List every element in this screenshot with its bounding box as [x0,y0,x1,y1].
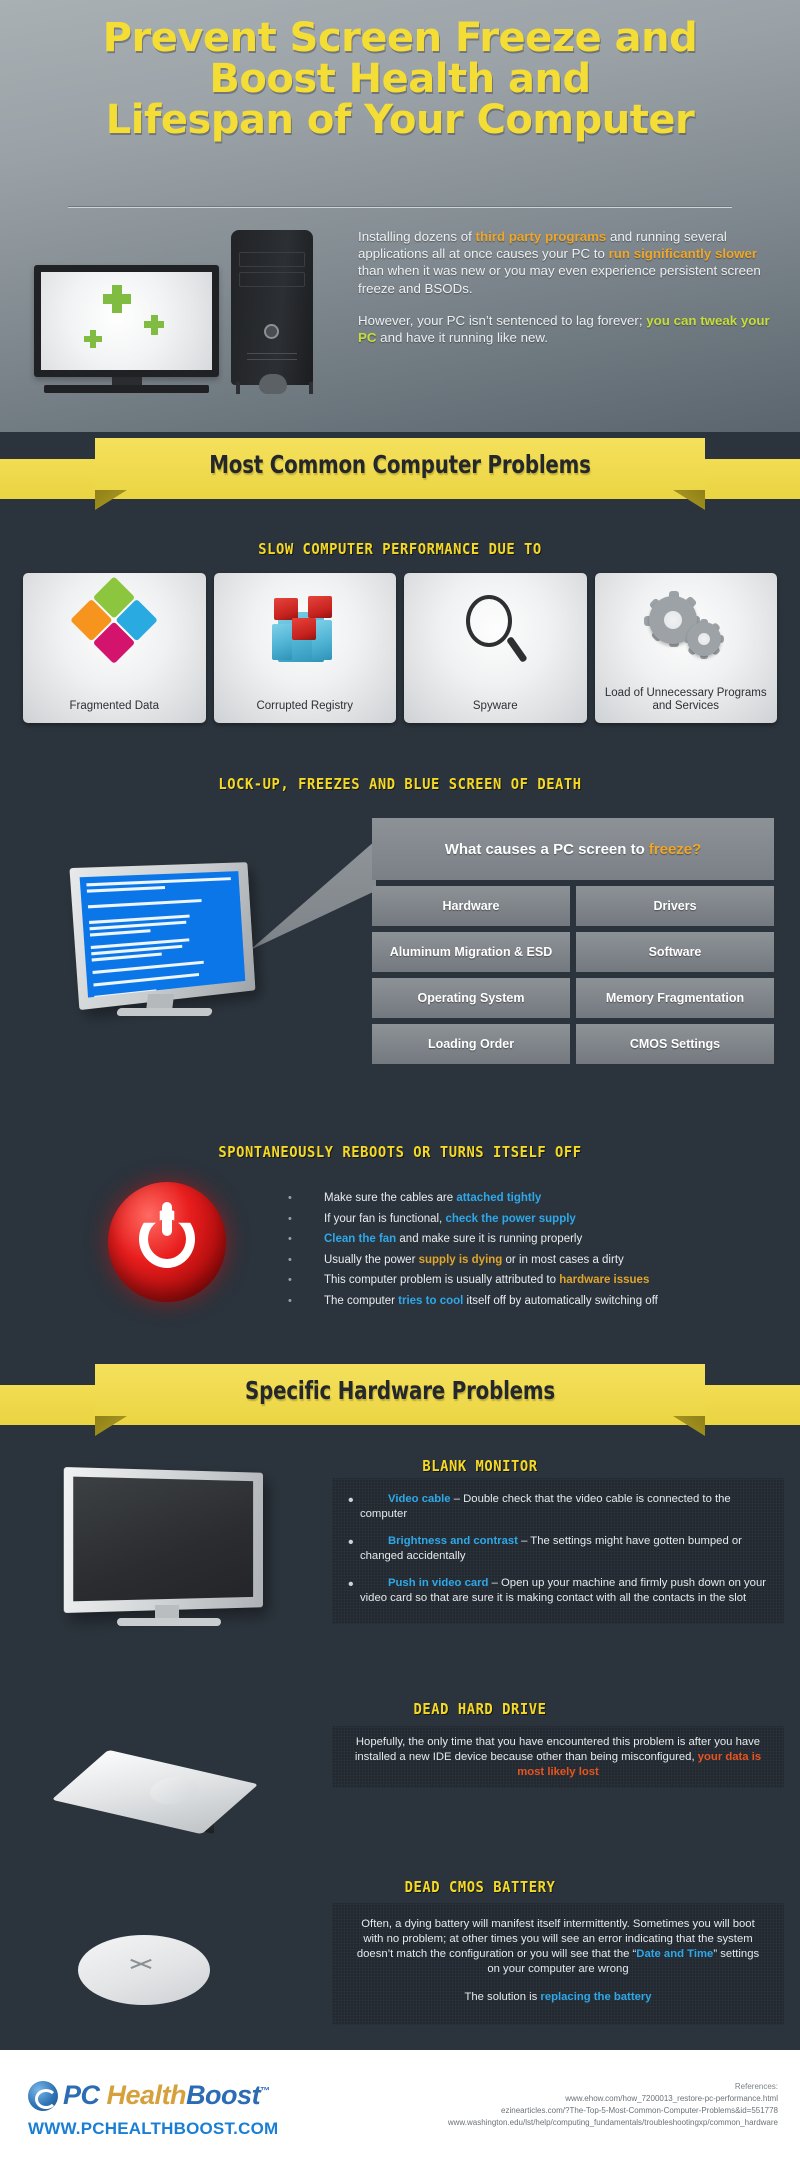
problem-card-label: Fragmented Data [27,700,202,713]
intro-copy: Installing dozens of third party program… [358,228,776,346]
cmos-text-box: Often, a dying battery will manifest its… [332,1903,784,2025]
brand-name: PC HealthBoost™ [63,2080,270,2111]
list-item: Clean the fan and make sure it is runnin… [288,1229,788,1250]
puzzle-icon [23,587,206,673]
heading-dead-hard-drive: DEAD HARD DRIVE [195,1700,765,1718]
references-block: References: www.ehow.com/how_7200013_res… [378,2080,778,2128]
heading-spontaneous-reboots: SPONTANEOUSLY REBOOTS OR TURNS ITSELF OF… [32,1143,768,1161]
problem-card: Spyware [404,573,587,723]
list-item: The computer tries to cool itself off by… [288,1291,788,1312]
freeze-cause-cell: Memory Fragmentation [576,978,774,1018]
list-item: This computer problem is usually attribu… [288,1270,788,1291]
title-line-2: Boost Health and [0,59,800,100]
desktop-computer-illustration [26,222,326,402]
banner-label: Most Common Computer Problems [132,438,669,490]
list-item: Make sure the cables are attached tightl… [288,1188,788,1209]
reference-item: ezinearticles.com/?The-Top-5-Most-Common… [378,2104,778,2116]
hero-section: Prevent Screen Freeze and Boost Health a… [0,0,800,432]
hard-drive-text-box: Hopefully, the only time that you have e… [332,1726,784,1788]
plus-icon [103,294,131,304]
title-line-3: Lifespan of Your Computer [0,100,800,141]
problem-card-list: Fragmented Data Corrupted Registry Spywa… [23,573,777,723]
page-title: Prevent Screen Freeze and Boost Health a… [0,18,800,140]
monitor-icon [34,265,219,377]
freeze-question: What causes a PC screen to freeze? [372,818,774,880]
problem-card: Fragmented Data [23,573,206,723]
problem-card-label: Load of Unnecessary Programs and Service… [599,687,774,713]
title-divider [68,206,732,208]
freeze-cause-cell: Software [576,932,774,972]
intro-paragraph-1: Installing dozens of third party program… [358,228,776,297]
footer: PC HealthBoost™ WWW.PCHEALTHBOOST.COM Re… [0,2050,800,2173]
reboot-bullet-list: Make sure the cables are attached tightl… [288,1188,788,1311]
infographic-page: Prevent Screen Freeze and Boost Health a… [0,0,800,2173]
blank-monitor-illustration [55,1470,290,1630]
banner-most-common-problems: Most Common Computer Problems [0,432,800,504]
mouse-icon [259,374,287,394]
problem-card-label: Spyware [408,700,583,713]
freeze-cause-cell: Aluminum Migration & ESD [372,932,570,972]
brand-url[interactable]: WWW.PCHEALTHBOOST.COM [28,2119,278,2139]
pc-tower-icon [231,230,313,385]
cmos-solution: The solution is replacing the battery [350,1990,766,2005]
blank-monitor-text-box: Video cable – Double check that the vide… [332,1478,784,1624]
reference-item: www.washington.edu/lst/help/computing_fu… [378,2116,778,2128]
problem-card: Corrupted Registry [214,573,397,723]
list-item: Brightness and contrast – The settings m… [348,1534,768,1564]
heading-slow-performance: SLOW COMPUTER PERFORMANCE DUE TO [32,540,768,558]
monitor-base [44,385,209,393]
heading-dead-cmos-battery: DEAD CMOS BATTERY [195,1878,765,1896]
list-item: Push in video card – Open up your machin… [348,1576,768,1606]
hard-drive-illustration [62,1735,252,1855]
hard-drive-body: Hopefully, the only time that you have e… [352,1735,764,1780]
power-button-icon [108,1182,226,1302]
brand-logo[interactable]: PC HealthBoost™ WWW.PCHEALTHBOOST.COM [28,2080,278,2139]
plus-icon [84,336,102,342]
intro-paragraph-2: However, your PC isn’t sentenced to lag … [358,312,776,346]
heading-lockup-freezes: LOCK-UP, FREEZES AND BLUE SCREEN OF DEAT… [32,775,768,793]
logo-orb-icon [28,2081,58,2111]
freeze-cause-cell: Drivers [576,886,774,926]
tower-power-button-icon [264,324,279,339]
title-line-1: Prevent Screen Freeze and [0,18,800,59]
problem-card: Load of Unnecessary Programs and Service… [595,573,778,723]
list-item: Video cable – Double check that the vide… [348,1492,768,1522]
plus-icon [144,321,164,328]
magnifier-icon [404,587,587,673]
freeze-cause-cell: Loading Order [372,1024,570,1064]
cmos-body: Often, a dying battery will manifest its… [350,1917,766,1977]
freeze-cause-cell: Operating System [372,978,570,1018]
references-label: References: [378,2080,778,2092]
banner-label: Specific Hardware Problems [132,1364,669,1416]
freeze-cause-cell: Hardware [372,886,570,926]
list-item: Usually the power supply is dying or in … [288,1250,788,1271]
cmos-battery-illustration [78,1935,218,2021]
problem-card-label: Corrupted Registry [218,700,393,713]
list-item: If your fan is functional, check the pow… [288,1209,788,1230]
banner-specific-hardware-problems: Specific Hardware Problems [0,1358,800,1430]
bsod-screen [80,871,246,997]
blue-screen-monitor-illustration [55,855,285,1030]
freeze-causes-table: What causes a PC screen to freeze? Hardwa… [372,818,774,1064]
reference-item: www.ehow.com/how_7200013_restore-pc-perf… [378,2092,778,2104]
freeze-cause-cell: CMOS Settings [576,1024,774,1064]
registry-cubes-icon [214,587,397,673]
gears-icon [595,587,778,673]
